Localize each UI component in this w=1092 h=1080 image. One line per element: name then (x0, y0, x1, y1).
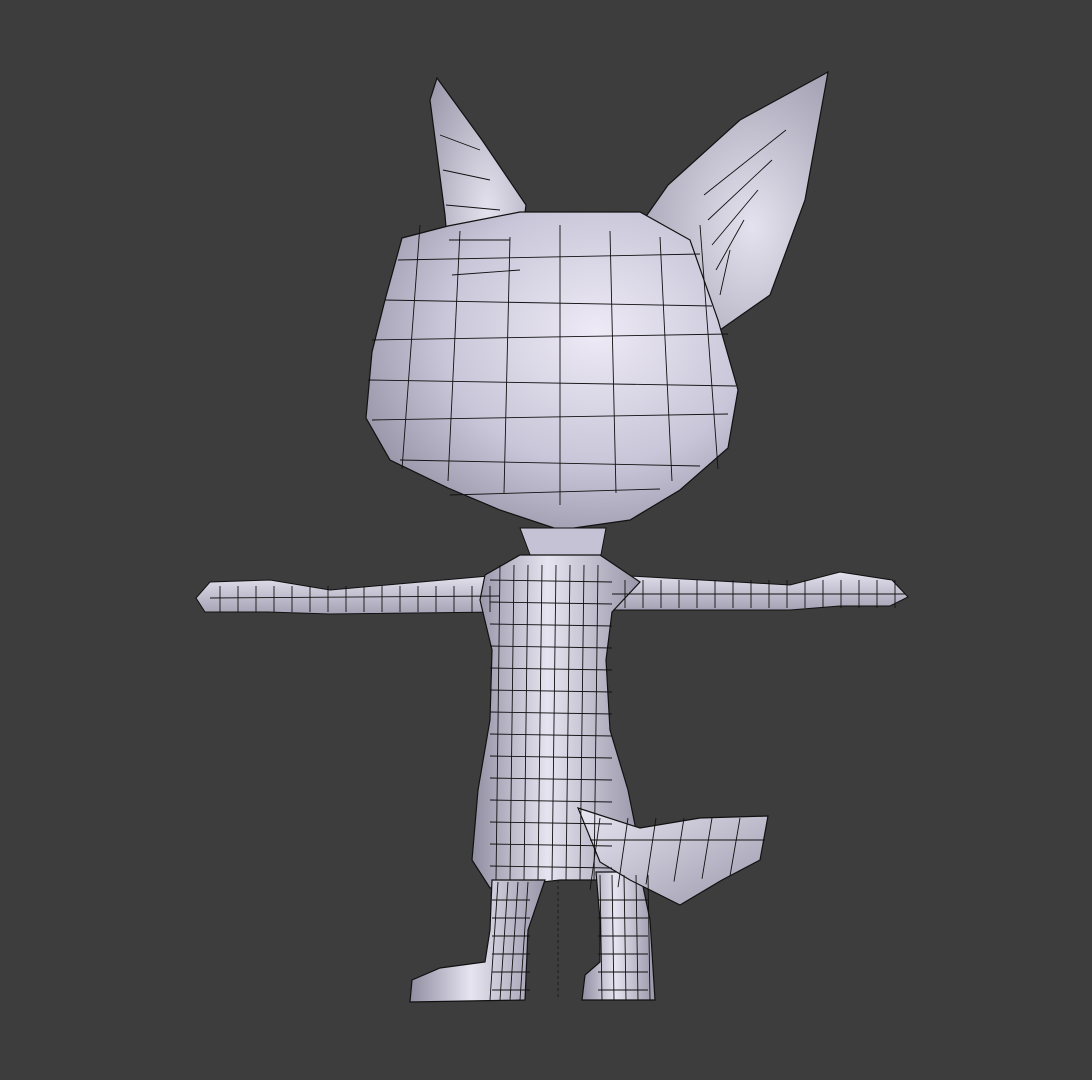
mesh-canvas[interactable] (0, 0, 1092, 1080)
right-arm (611, 571, 909, 611)
3d-viewport[interactable] (0, 0, 1092, 1080)
left-leg (409, 879, 546, 1003)
